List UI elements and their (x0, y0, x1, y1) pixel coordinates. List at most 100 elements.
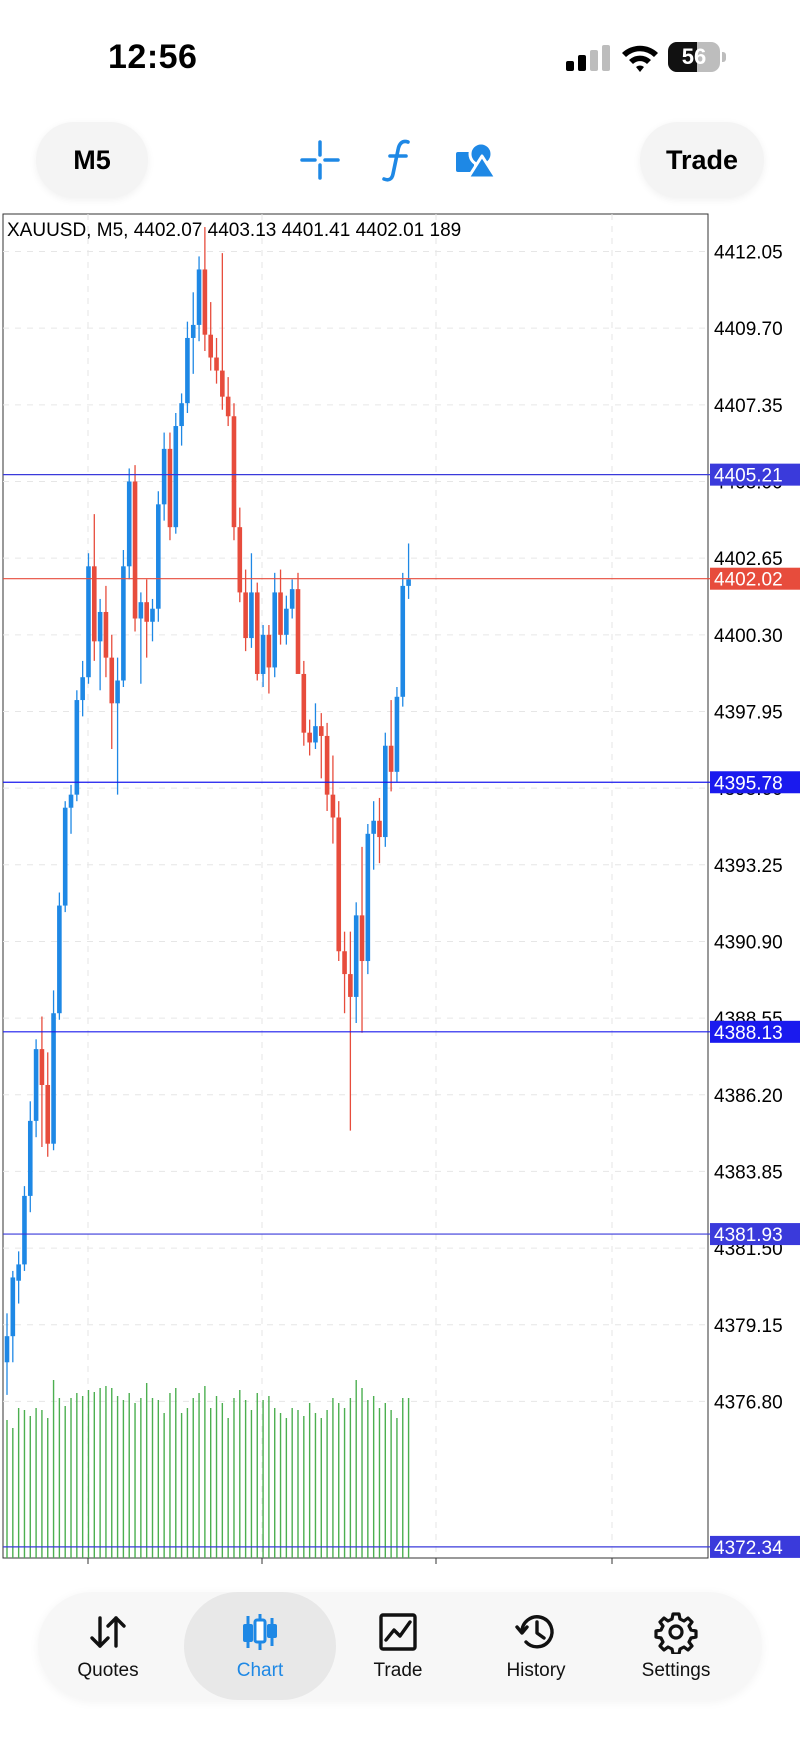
indicators-f-icon[interactable] (368, 130, 428, 190)
candle-body (39, 1049, 45, 1085)
candle-body (103, 611, 109, 658)
candle-body (371, 820, 376, 834)
candle-body (161, 448, 167, 505)
candle-body (4, 1336, 10, 1363)
candle-body (278, 592, 283, 635)
battery-percent: 56 (681, 44, 707, 69)
objects-shapes-icon[interactable] (446, 130, 506, 190)
candle-body (231, 416, 237, 528)
level-price-label: 4395.78 (714, 773, 783, 794)
candle-body (220, 370, 225, 397)
candle-body (260, 634, 266, 674)
candle-body (266, 634, 272, 668)
status-time: 12:56 (108, 38, 198, 76)
bottom-navigation: Quotes Chart Trade History Settings (38, 1592, 762, 1700)
price-axis-label: 4390.90 (714, 932, 783, 953)
price-chart[interactable]: 4412.054409.704407.354405.004402.654400.… (0, 210, 800, 1570)
level-price-label: 4372.34 (714, 1538, 783, 1559)
time-axis-label: 9 Sep 11:15 (232, 1568, 333, 1570)
timeframe-label: M5 (73, 144, 111, 175)
settings-gear-icon (654, 1612, 698, 1654)
candlestick-chart[interactable]: 4412.054409.704407.354405.004402.654400.… (0, 210, 800, 1570)
nav-settings-label: Settings (641, 1660, 711, 1681)
nav-trade[interactable]: Trade (328, 1592, 468, 1700)
history-clock-icon (515, 1615, 554, 1649)
time-axis-label: 9 Sep 16:35 (582, 1568, 684, 1570)
candle-body (22, 1195, 27, 1265)
candle-body (86, 566, 91, 678)
level-price-label: 4405.21 (714, 466, 783, 487)
candle-body (57, 905, 62, 1014)
candle-body (51, 1013, 56, 1144)
candle-body (196, 269, 202, 325)
price-axis-label: 4402.65 (714, 549, 783, 570)
candle-body (243, 592, 248, 639)
price-axis-label: 4386.20 (714, 1086, 783, 1107)
battery-icon: 56 (668, 42, 726, 72)
candle-body (359, 915, 365, 962)
candle-body (27, 1120, 33, 1196)
candle-body (388, 745, 394, 772)
candle-body (383, 745, 388, 838)
price-axis-label: 4397.95 (714, 702, 783, 723)
time-axis-label: 9 Sep 13:55 (406, 1568, 508, 1570)
nav-chart[interactable]: Chart (184, 1592, 336, 1700)
candle-body (92, 566, 97, 642)
candle-body (342, 951, 347, 975)
trade-button[interactable]: Trade (640, 122, 764, 198)
chart-symbol-info: XAUUSD, M5, 4402.07 4403.13 4401.41 4402… (7, 220, 462, 241)
price-axis-label: 4393.25 (714, 856, 783, 877)
nav-settings[interactable]: Settings (606, 1592, 746, 1700)
nav-quotes-label: Quotes (77, 1660, 139, 1681)
candle-body (377, 820, 382, 838)
candle-body (10, 1277, 16, 1337)
candle-body (307, 732, 312, 743)
candle-body (190, 324, 196, 338)
candle-body (173, 426, 179, 528)
candle-body (272, 592, 278, 668)
candle-body (214, 357, 219, 371)
nav-quotes[interactable]: Quotes (38, 1592, 178, 1700)
price-axis-label: 4383.85 (714, 1162, 783, 1183)
candle-body (289, 589, 295, 609)
price-axis-label: 4379.15 (714, 1316, 783, 1337)
candle-body (406, 579, 411, 586)
candle-body (45, 1084, 51, 1144)
candle-body (126, 481, 132, 567)
level-price-label: 4388.13 (714, 1023, 783, 1044)
candle-body (394, 696, 400, 772)
candle-body (225, 396, 231, 417)
price-axis-label: 4412.05 (714, 243, 783, 264)
candle-body (365, 833, 371, 962)
candle-body (301, 673, 307, 733)
candle-body (156, 504, 161, 609)
nav-trade-label: Trade (373, 1660, 423, 1681)
candle-body (74, 700, 80, 795)
candle-body (121, 566, 126, 681)
plot-frame (2, 213, 709, 1559)
trade-button-label: Trade (665, 144, 739, 175)
candle-body (400, 585, 406, 697)
candle-body (97, 611, 103, 642)
candle-body (132, 481, 138, 619)
status-bar: 12:56 56 (0, 0, 800, 100)
chart-candles-icon (243, 1614, 277, 1650)
candle-body (249, 592, 254, 639)
time-axis-label: 9 Sep 08:35 (58, 1568, 160, 1570)
candle-body (208, 334, 213, 358)
nav-history[interactable]: History (466, 1592, 606, 1700)
candle-body (138, 602, 144, 619)
trade-chart-icon (379, 1613, 417, 1651)
candle-body (167, 448, 173, 528)
price-axis-label: 4409.70 (714, 319, 783, 340)
candle-body (353, 915, 359, 997)
level-price-label: 4402.02 (714, 570, 783, 591)
crosshair-icon[interactable] (290, 130, 350, 190)
cellular-signal-icon (566, 45, 610, 71)
candle-body (202, 269, 208, 335)
candle-body (68, 794, 74, 808)
level-price-label: 4381.93 (714, 1225, 783, 1246)
timeframe-button[interactable]: M5 (36, 122, 148, 198)
candle-body (185, 337, 190, 404)
candle-body (62, 807, 68, 906)
